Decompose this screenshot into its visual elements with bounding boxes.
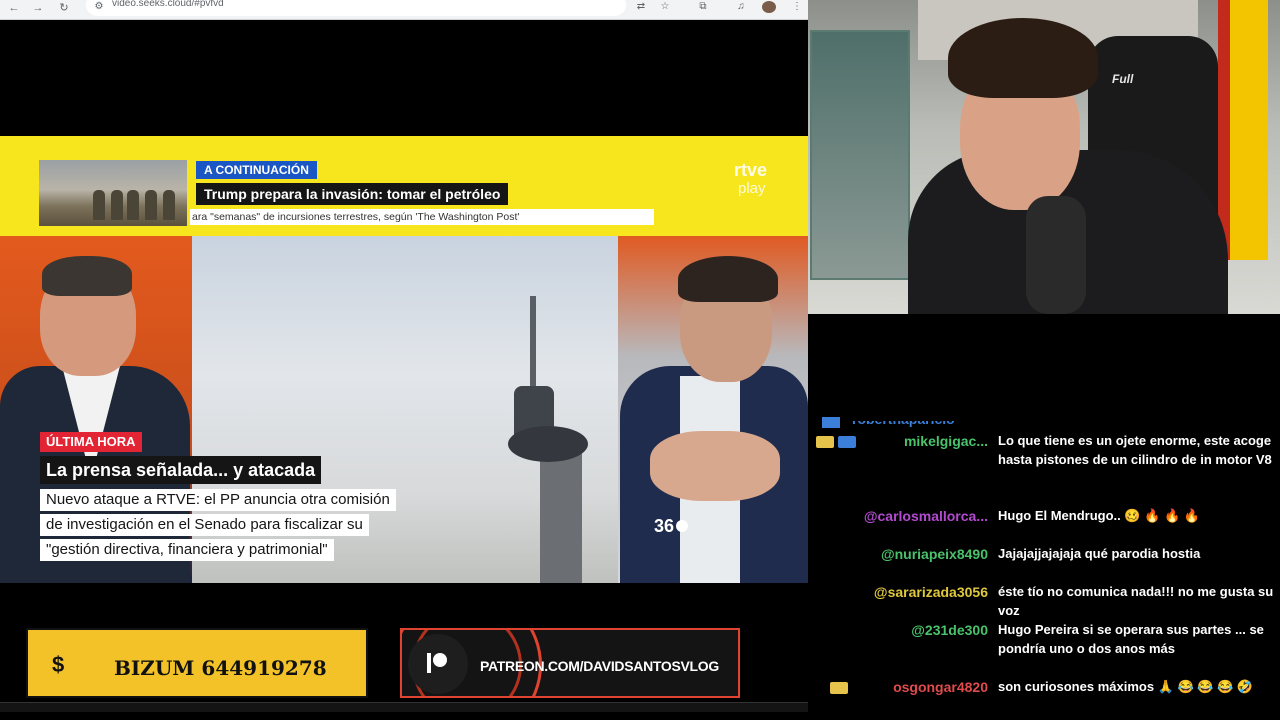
badge-icon xyxy=(822,417,840,428)
headline: La prensa señalada... y atacada xyxy=(40,456,322,484)
chat-text: Jajajajjajajaja qué parodia hostia xyxy=(998,546,1201,561)
rtve-logo: rtve xyxy=(734,160,768,180)
bookmark-star-icon[interactable]: ☆ xyxy=(658,1,672,13)
dollar-icon: $ xyxy=(52,652,65,677)
next-up-subtitle: ara "semanas" de incursiones terrestres,… xyxy=(190,209,654,225)
reload-icon[interactable]: ↻ xyxy=(56,1,72,15)
menu-icon[interactable]: ⋮ xyxy=(790,1,804,13)
extensions-icon[interactable]: ⧉ xyxy=(696,1,710,13)
next-up-thumbnail xyxy=(39,160,187,226)
patreon-icon xyxy=(427,653,447,673)
chat-text: Lo que tiene es un ojete enorme, este ac… xyxy=(998,433,1272,467)
video-progress-bar[interactable] xyxy=(0,702,808,712)
chat-text: Hugo El Mendrugo.. 🥴 🔥 🔥 🔥 xyxy=(998,508,1200,523)
chat-username: robertnaparicio xyxy=(852,411,955,427)
media-control-icon[interactable]: ♫ xyxy=(734,1,748,13)
live-chat: robertnaparicio mikelgigac... Lo que tie… xyxy=(808,314,1280,720)
chat-username[interactable]: osgongar4820 xyxy=(808,678,988,696)
screen: ← → ↻ ⚙ video.seeks.cloud/#pvfvd ⇄ ☆ ⧉ ♫… xyxy=(0,0,1280,720)
translate-icon[interactable]: ⇄ xyxy=(634,1,648,13)
chat-text: Hugo Pereira si se operara sus partes ..… xyxy=(998,622,1264,656)
chat-username[interactable]: @231de300 xyxy=(808,621,988,639)
headline-body-line: de investigación en el Senado para fisca… xyxy=(40,514,369,536)
chat-username[interactable]: @sararizada3056 xyxy=(808,583,988,601)
chat-text: éste tío no comunica nada!!! no me gusta… xyxy=(998,584,1274,618)
site-info-icon[interactable]: ⚙ xyxy=(92,1,106,13)
chat-username[interactable]: @carlosmallorca... xyxy=(808,507,988,525)
patreon-url: PATREON.COM/DAVIDSANTOSVLOG xyxy=(480,658,719,674)
display-shelf xyxy=(810,30,910,280)
forward-icon[interactable]: → xyxy=(30,1,46,15)
rtve-play-logo: play xyxy=(738,180,766,197)
chat-username[interactable]: mikelgigac... xyxy=(808,432,988,450)
profile-avatar[interactable] xyxy=(762,1,776,13)
video-player[interactable]: A CONTINUACIÓN Trump prepara la invasión… xyxy=(0,20,808,700)
chat-text: son curiosones máximos 🙏 😂 😂 😂 🤣 xyxy=(998,679,1254,694)
chat-username[interactable]: @nuriapeix8490 xyxy=(808,545,988,563)
flag xyxy=(1230,0,1268,260)
next-up-label: A CONTINUACIÓN xyxy=(196,161,317,179)
microphone xyxy=(1026,196,1086,314)
next-up-title: Trump prepara la invasión: tomar el petr… xyxy=(196,183,509,205)
headline-body-line: "gestión directiva, financiera y patrimo… xyxy=(40,539,334,561)
headline-body-line: Nuevo ataque a RTVE: el PP anuncia otra … xyxy=(40,489,396,511)
patreon-banner: PATREON.COM/DAVIDSANTOSVLOG xyxy=(400,628,740,698)
bizum-number: BIZUM 644919278 xyxy=(114,656,327,680)
url-text: video.seeks.cloud/#pvfvd xyxy=(112,0,224,9)
webcam-feed: Full xyxy=(808,0,1280,314)
back-icon[interactable]: ← xyxy=(6,1,22,15)
breaking-news-label: ÚLTIMA HORA xyxy=(40,432,142,452)
browser-toolbar: ← → ↻ ⚙ video.seeks.cloud/#pvfvd ⇄ ☆ ⧉ ♫… xyxy=(0,0,808,20)
channel-corner-logo: 36 xyxy=(654,516,689,537)
chair-brand: Full xyxy=(1112,72,1134,86)
bizum-banner: $ BIZUM 644919278 xyxy=(26,628,368,698)
